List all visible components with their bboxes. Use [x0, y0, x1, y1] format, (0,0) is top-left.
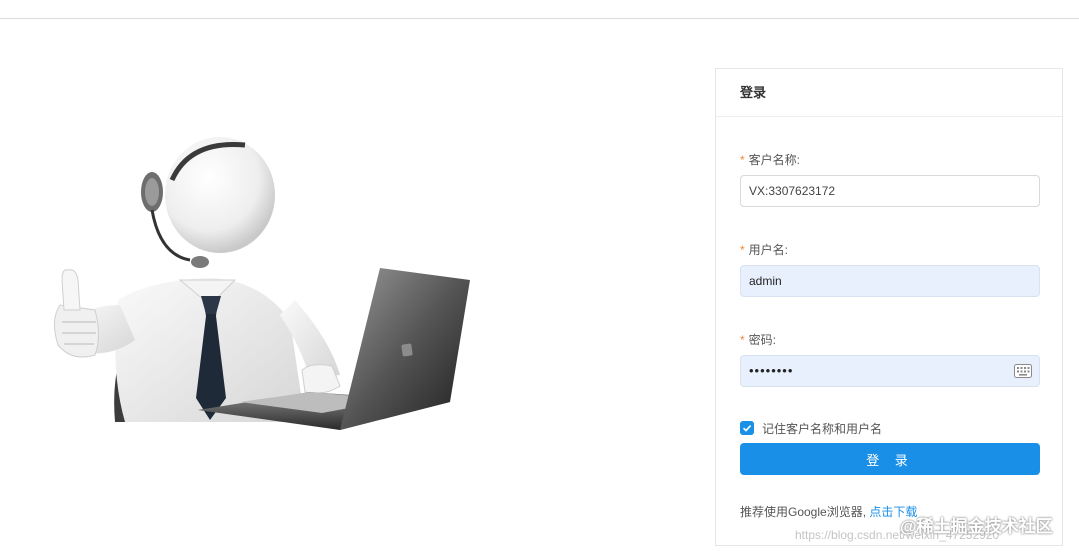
password-label: * 密码:	[740, 331, 776, 348]
customer-name-label: * 客户名称:	[740, 151, 800, 168]
checkmark-icon	[742, 425, 752, 432]
browser-tip-text: 推荐使用Google浏览器,	[740, 505, 867, 519]
customer-name-label-text: 客户名称:	[748, 153, 801, 167]
login-panel: 登录 *客户名称: *用户名: *密码: •••••••• 记住客户名称和用户名	[715, 68, 1063, 546]
watermark: @稀土掘金技术社区	[900, 517, 1053, 536]
username-input[interactable]	[740, 265, 1040, 297]
remember-checkbox[interactable]	[740, 421, 754, 435]
keyboard-icon[interactable]	[1014, 364, 1032, 378]
username-label: * 用户名:	[740, 241, 788, 258]
password-label-text: 密码:	[748, 333, 777, 347]
support-person-illustration	[54, 137, 470, 430]
password-input[interactable]: ••••••••	[740, 355, 1040, 387]
customer-name-input[interactable]	[740, 175, 1040, 207]
top-divider	[0, 18, 1079, 19]
required-mark: *	[740, 333, 745, 347]
required-mark: *	[740, 153, 745, 167]
login-button[interactable]: 登 录	[740, 443, 1040, 475]
browser-tip: 推荐使用Google浏览器, 点击下载	[740, 503, 917, 520]
remember-row[interactable]: 记住客户名称和用户名	[740, 420, 882, 436]
remember-label: 记住客户名称和用户名	[762, 421, 883, 436]
required-mark: *	[740, 243, 745, 257]
username-label-text: 用户名:	[748, 243, 789, 257]
login-panel-title: 登录	[716, 69, 1062, 117]
